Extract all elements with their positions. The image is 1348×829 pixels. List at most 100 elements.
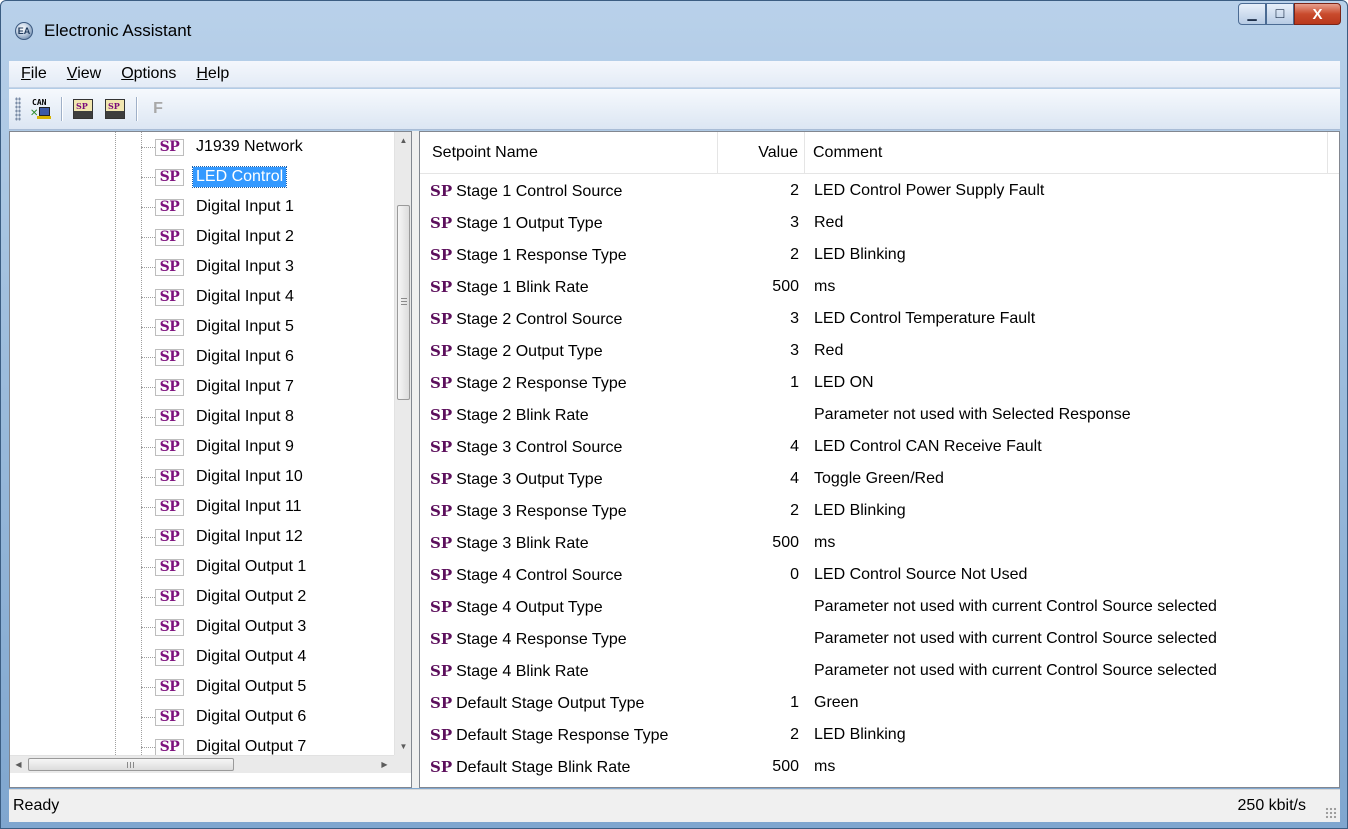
setpoint-value-cell: 500 — [772, 278, 799, 295]
tree-connector — [141, 237, 155, 238]
horizontal-scroll-thumb[interactable] — [28, 758, 234, 771]
setpoint-comment-cell: LED Control Temperature Fault — [814, 310, 1036, 327]
table-row[interactable]: SP Stage 4 Control Source 0 LED Control Sou… — [420, 559, 1339, 591]
can-connect-button[interactable]: CAN ✕ — [27, 96, 53, 122]
menu-help-mnemonic: H — [196, 65, 208, 82]
pane-splitter[interactable] — [412, 131, 419, 788]
setpoint-tree[interactable]: SP J1939 Network SP LED Control SP Digital In… — [9, 131, 412, 788]
table-row[interactable]: SP Stage 4 Output Type Parameter not used … — [420, 591, 1339, 623]
table-row[interactable]: SP Default Stage Output Type 1 Green — [420, 687, 1339, 719]
tree-item[interactable]: SP Digital Output 1 — [10, 552, 394, 582]
status-bar: Ready 250 kbit/s — [9, 789, 1340, 822]
setpoint-name: Stage 2 Output Type — [456, 343, 603, 360]
tree-connector — [141, 297, 155, 298]
tree-item[interactable]: SP Digital Input 9 — [10, 432, 394, 462]
tree-item[interactable]: SP Digital Input 7 — [10, 372, 394, 402]
tree-item[interactable]: SP Digital Input 11 — [10, 492, 394, 522]
tree-item[interactable]: SP J1939 Network — [10, 132, 394, 162]
tree-item-label: Digital Input 10 — [196, 468, 303, 485]
tree-item[interactable]: SP Digital Output 6 — [10, 702, 394, 732]
setpoint-name: Stage 1 Output Type — [456, 215, 603, 232]
monitor-glyph — [39, 107, 50, 116]
tree-connector — [141, 717, 155, 718]
table-row[interactable]: SP Stage 3 Blink Rate 500 ms — [420, 527, 1339, 559]
list-header: Setpoint Name Value Comment — [420, 132, 1339, 174]
setpoint-icon: SP — [155, 289, 184, 306]
setpoint-value-cell: 2 — [790, 502, 799, 519]
monitor-base-glyph — [37, 116, 51, 119]
tree-item[interactable]: SP Digital Input 5 — [10, 312, 394, 342]
menu-options[interactable]: Options — [109, 65, 184, 83]
menu-view-label: iew — [77, 65, 102, 82]
setpoint-comment-cell: ms — [814, 278, 836, 295]
tree-connector — [141, 537, 155, 538]
table-row[interactable]: SP Stage 4 Response Type Parameter not use… — [420, 623, 1339, 655]
table-row[interactable]: SP Stage 2 Control Source 3 LED Control Tem… — [420, 303, 1339, 335]
column-header-comment[interactable]: Comment — [805, 132, 1328, 174]
table-row[interactable]: SP Stage 2 Blink Rate Parameter not used w… — [420, 399, 1339, 431]
tree-item[interactable]: SP Digital Input 3 — [10, 252, 394, 282]
tree-item-label: Digital Output 1 — [196, 558, 307, 575]
sp-open-icon: SP — [73, 99, 93, 119]
table-row[interactable]: SP Stage 3 Output Type 4 Toggle Green/Red — [420, 463, 1339, 495]
scroll-left-arrow[interactable]: ◀ — [10, 756, 27, 773]
table-row[interactable]: SP Stage 3 Control Source 4 LED Control CAN… — [420, 431, 1339, 463]
menu-help[interactable]: Help — [184, 65, 237, 83]
table-row[interactable]: SP Default Stage Response Type 2 LED Blinki… — [420, 719, 1339, 751]
table-row[interactable]: SP Stage 1 Control Source 2 LED Control Pow… — [420, 175, 1339, 207]
scroll-up-arrow[interactable]: ▲ — [395, 132, 411, 149]
app-icon[interactable]: EA — [15, 22, 33, 40]
open-setpoint-file-button[interactable]: SP — [70, 96, 96, 122]
vertical-scroll-thumb[interactable] — [397, 205, 410, 400]
tree-horizontal-scrollbar[interactable]: ◀ ▶ — [10, 755, 394, 773]
column-header-name[interactable]: Setpoint Name — [420, 132, 718, 174]
table-row[interactable]: SP Stage 2 Response Type 1 LED ON — [420, 367, 1339, 399]
column-header-value[interactable]: Value — [718, 132, 805, 174]
setpoint-value-cell: 1 — [790, 694, 799, 711]
save-setpoint-file-button[interactable]: SP — [102, 96, 128, 122]
tree-item[interactable]: SP LED Control — [10, 162, 394, 192]
table-row[interactable]: SP Default Stage Blink Rate 500 ms — [420, 751, 1339, 783]
tree-item[interactable]: SP Digital Input 12 — [10, 522, 394, 552]
menu-view[interactable]: View — [55, 65, 109, 83]
tree-item[interactable]: SP Digital Output 5 — [10, 672, 394, 702]
setpoint-icon: SP — [155, 649, 184, 666]
table-row[interactable]: SP Stage 3 Response Type 2 LED Blinking — [420, 495, 1339, 527]
tree-item[interactable]: SP Digital Input 8 — [10, 402, 394, 432]
setpoint-value-cell: 500 — [772, 758, 799, 775]
setpoint-comment-cell: LED Control Source Not Used — [814, 566, 1028, 583]
tree-item[interactable]: SP Digital Input 4 — [10, 282, 394, 312]
setpoint-name: Stage 1 Blink Rate — [456, 279, 589, 296]
setpoint-value-cell: 3 — [790, 342, 799, 359]
close-button[interactable]: X — [1294, 3, 1341, 25]
setpoint-name: Stage 2 Control Source — [456, 311, 623, 328]
tree-item[interactable]: SP Digital Output 2 — [10, 582, 394, 612]
table-row[interactable]: SP Stage 1 Blink Rate 500 ms — [420, 271, 1339, 303]
setpoint-name-cell: SP Stage 3 Control Source — [430, 436, 622, 459]
setpoint-icon: SP — [430, 214, 453, 232]
table-row[interactable]: SP Stage 1 Output Type 3 Red — [420, 207, 1339, 239]
tree-item[interactable]: SP Digital Input 2 — [10, 222, 394, 252]
tree-item-label: Digital Input 9 — [196, 438, 294, 455]
title-bar[interactable]: EA Electronic Assistant ▁ ☐ X — [1, 1, 1347, 59]
scroll-right-arrow[interactable]: ▶ — [376, 756, 393, 773]
table-row[interactable]: SP Stage 2 Output Type 3 Red — [420, 335, 1339, 367]
tree-item[interactable]: SP Digital Input 10 — [10, 462, 394, 492]
minimize-button[interactable]: ▁ — [1238, 3, 1266, 25]
table-row[interactable]: SP Stage 4 Blink Rate Parameter not used w… — [420, 655, 1339, 687]
menu-file[interactable]: File — [9, 65, 55, 83]
tree-item[interactable]: SP Digital Input 6 — [10, 342, 394, 372]
maximize-button[interactable]: ☐ — [1266, 3, 1294, 25]
scroll-down-arrow[interactable]: ▼ — [395, 738, 411, 755]
setpoint-icon: SP — [155, 199, 184, 216]
table-row[interactable]: SP Stage 1 Response Type 2 LED Blinking — [420, 239, 1339, 271]
flash-button[interactable]: F — [145, 96, 171, 122]
tree-connector — [141, 357, 155, 358]
toolbar-grip[interactable] — [15, 97, 21, 121]
tree-vertical-scrollbar[interactable]: ▲ ▼ — [394, 132, 411, 755]
tree-item[interactable]: SP Digital Output 3 — [10, 612, 394, 642]
tree-item[interactable]: SP Digital Output 4 — [10, 642, 394, 672]
setpoint-name: Stage 3 Response Type — [456, 503, 627, 520]
size-grip-icon[interactable] — [1325, 807, 1337, 819]
tree-item[interactable]: SP Digital Input 1 — [10, 192, 394, 222]
